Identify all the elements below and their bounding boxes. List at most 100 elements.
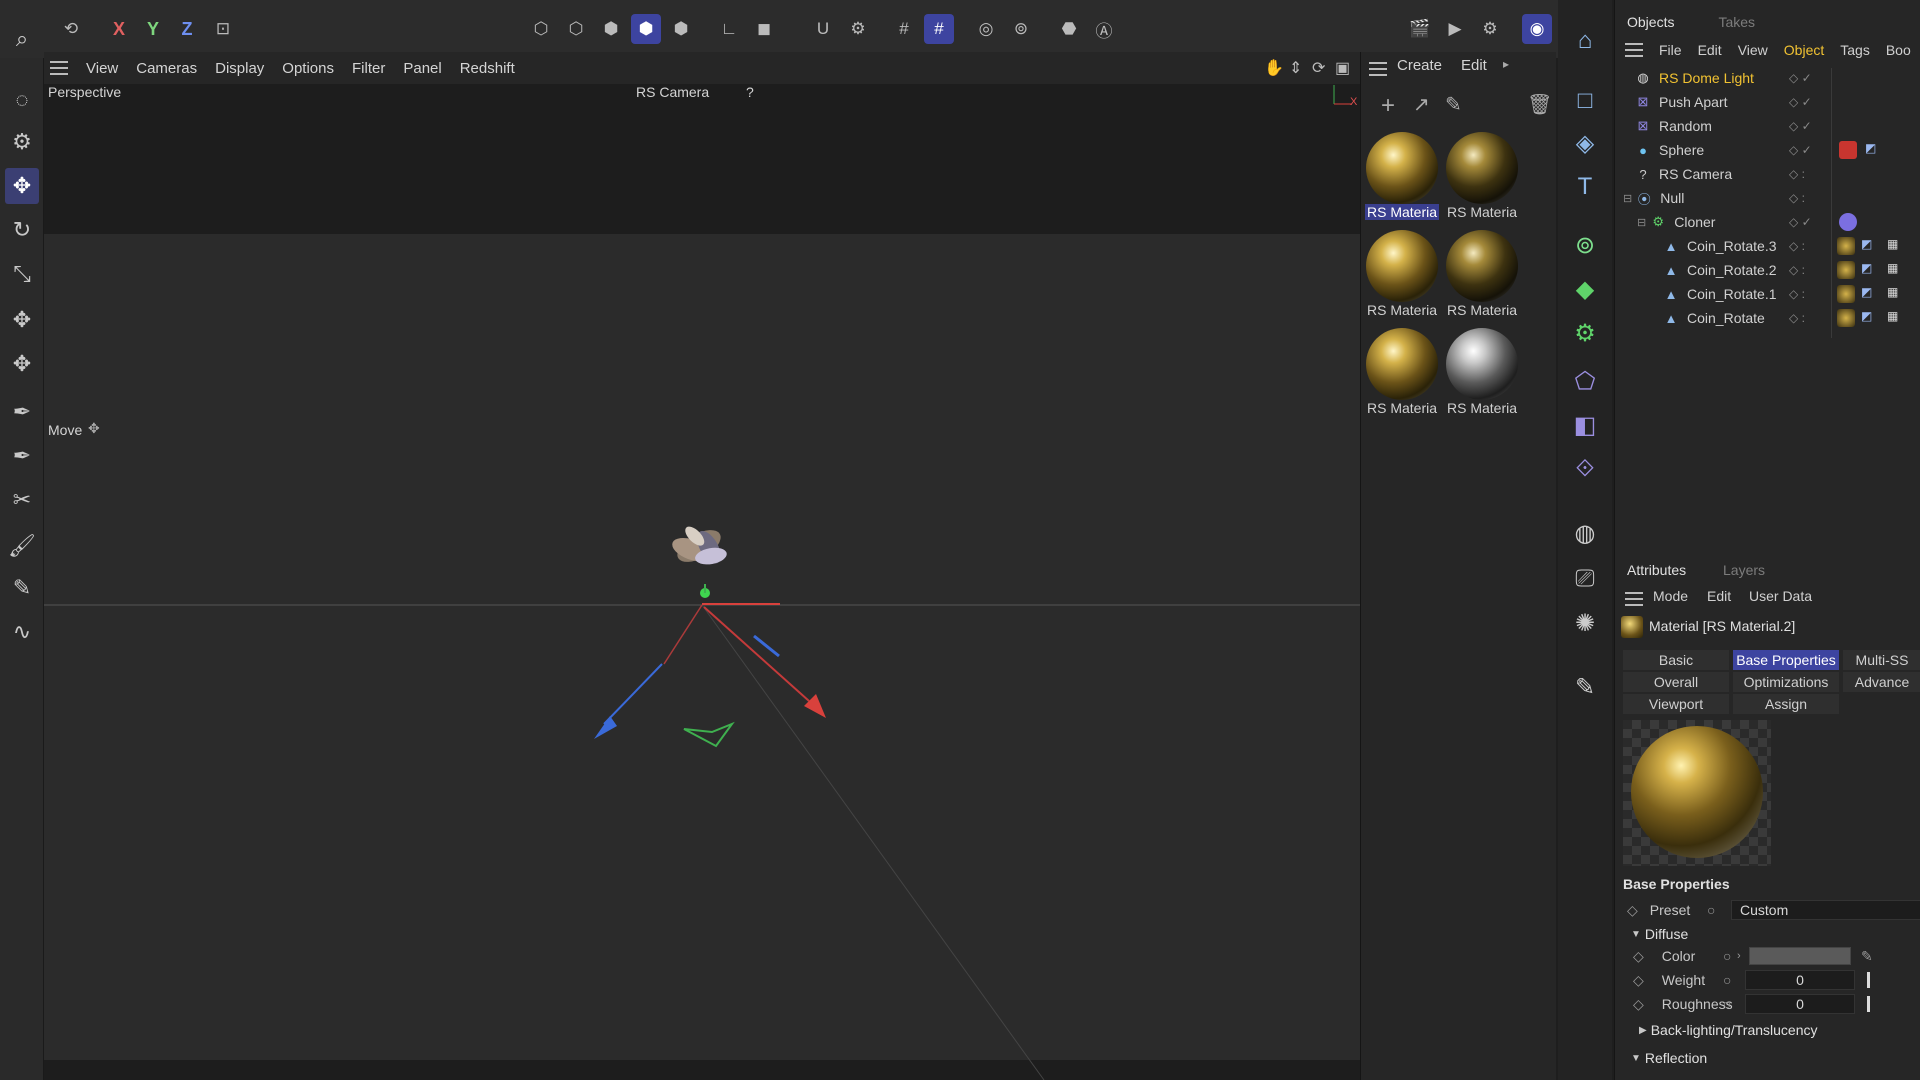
search-icon[interactable]: ⌕ — [0, 20, 44, 58]
uvw-tag-icon[interactable]: ▦ — [1887, 285, 1905, 303]
delete-material-icon[interactable]: 🗑 — [1527, 92, 1552, 117]
edges-mode-icon[interactable]: ⬡ — [561, 14, 591, 44]
tab-base-properties[interactable]: Base Properties — [1733, 650, 1839, 670]
edit-pencil-icon[interactable]: ✎ — [1566, 668, 1604, 706]
add-material-icon[interactable]: + — [1381, 92, 1395, 120]
spline-tools-icon[interactable]: ✂ — [5, 482, 39, 518]
tab-assign[interactable]: Assign — [1733, 694, 1839, 714]
menu-redshift[interactable]: Redshift — [460, 60, 515, 77]
objects-menu-tags[interactable]: Tags — [1840, 42, 1870, 58]
visibility-flags[interactable]: ◇ : — [1789, 239, 1805, 253]
menu-panel[interactable]: Panel — [403, 60, 441, 77]
material-swatch-4[interactable]: RS Materia — [1445, 228, 1519, 318]
smooth-brush-icon[interactable]: ∿ — [5, 614, 39, 650]
rotate-tool-icon[interactable]: ↻ — [5, 212, 39, 248]
tab-advanced[interactable]: Advance — [1843, 672, 1920, 692]
reflection-group-header[interactable]: ▼ Reflection — [1615, 1046, 1920, 1070]
object-row[interactable]: ▲ Coin_Rotate.3 ◇ : ◩ ▦ — [1615, 234, 1920, 258]
visibility-flags[interactable]: ◇ : — [1789, 191, 1805, 205]
deformer-gear-icon[interactable]: ⚙ — [1566, 314, 1604, 352]
cube-icon[interactable]: ◈ — [1566, 124, 1604, 162]
live-selection-icon[interactable]: ◌ — [5, 82, 39, 118]
apply-material-icon[interactable]: ↗ — [1413, 92, 1430, 117]
placement-tool-icon[interactable]: ✥ — [5, 346, 39, 382]
menu-filter[interactable]: Filter — [352, 60, 385, 77]
material-menu-create[interactable]: Create — [1397, 57, 1442, 74]
roughness-radio-icon[interactable]: ○ — [1723, 996, 1731, 1012]
render-settings-icon[interactable]: ⚙ — [1475, 14, 1505, 44]
visibility-flags[interactable]: ◇ : — [1789, 311, 1805, 325]
weight-radio-icon[interactable]: ○ — [1723, 972, 1731, 988]
tab-overall[interactable]: Overall — [1623, 672, 1729, 692]
mograph-icon[interactable]: ◆ — [1566, 270, 1604, 308]
roughness-slider[interactable] — [1867, 996, 1870, 1012]
tab-viewport[interactable]: Viewport — [1623, 694, 1729, 714]
pan-view-icon[interactable]: ✋ — [1264, 58, 1284, 78]
material-menu-edit[interactable]: Edit — [1461, 57, 1487, 74]
tab-layers[interactable]: Layers — [1723, 562, 1765, 578]
spline-icon[interactable]: ⟐ — [1566, 450, 1604, 488]
zoom-view-icon[interactable]: ⇕ — [1289, 58, 1302, 78]
axis-z-toggle[interactable]: Z — [172, 14, 202, 44]
phong-tag-icon[interactable]: ◩ — [1861, 309, 1879, 327]
solo-icon[interactable]: ◎ — [971, 14, 1001, 44]
keyframe-diamond-icon[interactable]: ◇ — [1633, 996, 1644, 1013]
tab-multi-ss[interactable]: Multi-SS — [1843, 650, 1920, 670]
objects-menu-edit[interactable]: Edit — [1698, 42, 1722, 58]
coordinate-system-icon[interactable]: ⊡ — [208, 14, 238, 44]
uvw-tag-icon[interactable]: ▦ — [1887, 237, 1905, 255]
brush-icon[interactable]: 🖌 — [5, 528, 39, 564]
visibility-flags[interactable]: ◇ : — [1789, 263, 1805, 277]
tab-basic[interactable]: Basic — [1623, 650, 1729, 670]
material-tag-icon[interactable] — [1837, 285, 1855, 303]
weight-input[interactable]: 0 — [1745, 970, 1855, 990]
menu-options[interactable]: Options — [282, 60, 334, 77]
select-settings-icon[interactable]: ⚙ — [5, 124, 39, 160]
material-tag-icon[interactable] — [1837, 237, 1855, 255]
material-tag-icon[interactable] — [1837, 309, 1855, 327]
toggle-layout-icon[interactable]: ▣ — [1335, 58, 1350, 78]
visibility-flags[interactable]: ◇ : — [1789, 167, 1805, 181]
polygons-mode-icon[interactable]: ⬢ — [596, 14, 626, 44]
collapse-toggle-icon[interactable]: ⊟ — [1623, 192, 1632, 205]
tab-attributes[interactable]: Attributes — [1627, 562, 1686, 578]
layout-icon[interactable]: ⌂ — [1566, 22, 1604, 60]
uvw-tag-icon[interactable]: ▦ — [1887, 261, 1905, 279]
collapse-arrow-icon[interactable]: ▶ — [1639, 1025, 1647, 1036]
expand-arrow-icon[interactable]: ▼ — [1631, 929, 1641, 940]
auto-key-icon[interactable]: Ⓐ — [1089, 14, 1119, 44]
menu-more-icon[interactable]: ▸ — [1503, 57, 1509, 71]
color-radio-icon[interactable]: ○ — [1723, 948, 1731, 964]
square-primitive-icon[interactable]: □ — [1566, 82, 1604, 120]
texture-mode-icon[interactable]: ◼ — [749, 14, 779, 44]
material-swatch-3[interactable]: RS Materia — [1365, 228, 1439, 318]
preset-dropdown[interactable]: Custom — [1731, 900, 1920, 920]
menu-cameras[interactable]: Cameras — [136, 60, 197, 77]
generator-icon[interactable]: ⊚ — [1566, 226, 1604, 264]
expand-arrow-icon[interactable]: ▼ — [1631, 1053, 1641, 1064]
text-icon[interactable]: T — [1566, 168, 1604, 206]
objects-menu-file[interactable]: File — [1659, 42, 1682, 58]
object-row[interactable]: ▲ Coin_Rotate.2 ◇ : ◩ ▦ — [1615, 258, 1920, 282]
viewport-solo-icon[interactable]: ⊚ — [1006, 14, 1036, 44]
render-view-icon[interactable]: 🎬 — [1405, 14, 1435, 44]
object-row[interactable]: ? RS Camera ◇ : — [1615, 162, 1920, 186]
menu-view[interactable]: View — [86, 60, 118, 77]
viewport-perspective[interactable]: Perspective RS Camera ? Move ✥ Y X — [44, 84, 1360, 1080]
visibility-flags[interactable]: ◇ ✓ — [1789, 215, 1812, 229]
objects-menu-bookmarks[interactable]: Boo — [1886, 42, 1911, 58]
environment-globe-icon[interactable]: ◍ — [1566, 514, 1604, 552]
objects-menu-view[interactable]: View — [1738, 42, 1768, 58]
eyedropper-icon[interactable]: ✎ — [1445, 92, 1462, 117]
object-row[interactable]: ◍ RS Dome Light ◇ ✓ — [1615, 66, 1920, 90]
viewport-menu-icon[interactable] — [50, 61, 68, 75]
keyframe-diamond-icon[interactable]: ◇ — [1627, 902, 1638, 919]
material-swatch-2[interactable]: RS Materia — [1445, 130, 1519, 220]
eyedropper-icon[interactable]: ✎ — [1861, 948, 1873, 965]
spline-pen-icon[interactable]: ✒ — [5, 394, 39, 430]
transform-tool-icon[interactable]: ✥ — [5, 302, 39, 338]
effector-icon[interactable]: ◧ — [1566, 406, 1604, 444]
uvw-tag-icon[interactable]: ▦ — [1887, 309, 1905, 327]
tweak-icon[interactable]: ⬣ — [1054, 14, 1084, 44]
objects-menu-icon[interactable] — [1625, 43, 1643, 57]
